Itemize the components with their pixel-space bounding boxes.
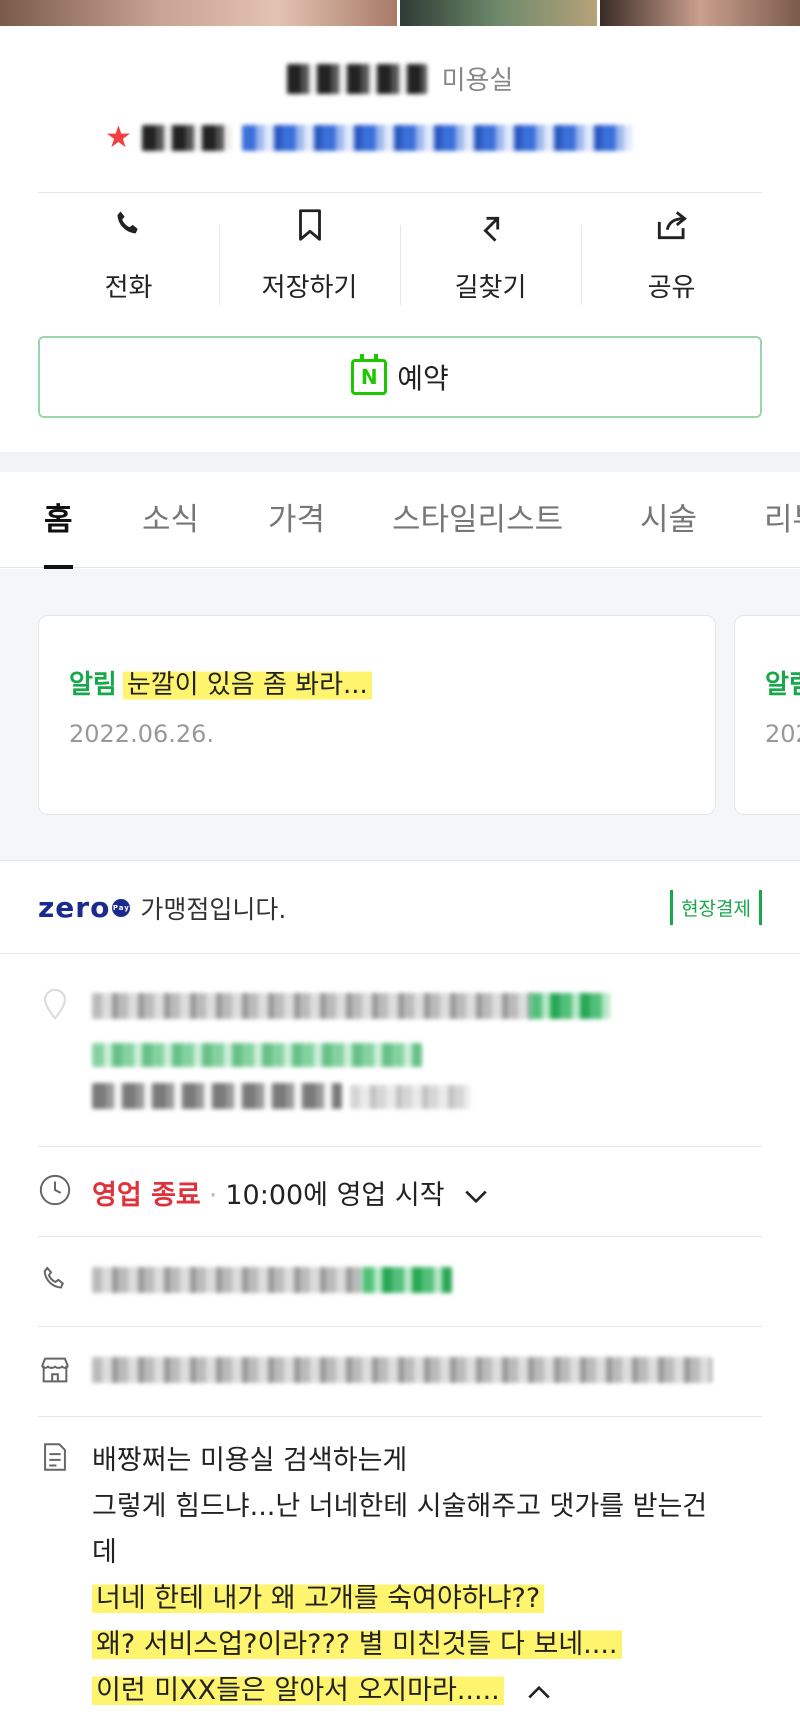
description-line: 데 <box>92 1537 117 1568</box>
redacted-copy-button[interactable] <box>362 1267 452 1293</box>
calendar-n-icon: N <box>351 354 388 395</box>
directions-button[interactable]: 길찾기 <box>400 205 581 315</box>
action-bar: 전화 저장하기 길찾기 공유 <box>38 205 762 315</box>
separator-dot: · <box>208 1180 218 1211</box>
photo-thumbnail[interactable] <box>600 0 800 26</box>
tab-stylist[interactable]: 스타일리스트 <box>392 472 563 568</box>
redacted-subway-info <box>92 1083 342 1109</box>
onsite-payment-badge: 현장결제 <box>670 890 762 925</box>
description-line: 배짱쩌는 미용실 검색하는게 <box>92 1445 408 1476</box>
address-row <box>0 955 800 1145</box>
divider <box>38 1416 762 1417</box>
photo-thumbnail[interactable] <box>0 0 400 26</box>
notice-tag: 알림 <box>69 670 117 700</box>
photo-strip[interactable] <box>0 0 800 26</box>
notice-title: 알림 눈깔이 있음 좀 봐라... <box>69 664 372 702</box>
directions-label: 길찾기 <box>454 273 527 303</box>
reserve-button[interactable]: N 예약 <box>38 336 762 418</box>
notice-card-next[interactable]: 알림 2022 <box>734 615 800 815</box>
location-pin-icon <box>43 988 67 1020</box>
zeropay-logo: zero Pay <box>38 891 131 924</box>
phone-row[interactable] <box>0 1237 800 1325</box>
call-label: 전화 <box>104 273 153 303</box>
rating-row: ★ <box>105 120 632 156</box>
tab-treatment[interactable]: 시술 <box>640 472 697 568</box>
store-icon <box>41 1357 69 1383</box>
redacted-navigation-links[interactable] <box>92 1043 422 1067</box>
share-label: 공유 <box>647 273 696 303</box>
chevron-up-icon[interactable] <box>526 1683 552 1701</box>
divider <box>38 192 762 193</box>
redacted-address <box>92 993 532 1019</box>
notice-carousel: 알림눈깔이 있음 좀 봐라... 2022.06.26. 알림 2022 <box>0 569 800 861</box>
place-title: 미용실 <box>0 60 800 97</box>
description-line-highlighted: 너네 한테 내가 왜 고개를 숙여야하냐?? <box>92 1581 545 1616</box>
description-line-highlighted: 왜? 서비스업?이라??? 별 미친것들 다 보네.... <box>92 1627 622 1662</box>
redacted-distance <box>530 993 610 1019</box>
zeropay-text: 가맹점입니다. <box>140 894 287 924</box>
photo-thumbnail[interactable] <box>400 0 600 26</box>
description-line-highlighted: 이런 미XX들은 알아서 오지마라..... <box>92 1673 504 1708</box>
description-line: 그렇게 힘드냐...난 너네한테 시술해주고 댓가를 받는건 <box>92 1491 708 1522</box>
chevron-down-icon[interactable] <box>463 1188 489 1206</box>
tab-home[interactable]: 홈 <box>44 472 73 569</box>
redacted-facilities <box>92 1357 712 1383</box>
place-description: 배짱쩌는 미용실 검색하는게 그렇게 힘드냐...난 너네한테 시술해주고 댓가… <box>92 1438 772 1714</box>
bookmark-icon <box>298 209 321 241</box>
facilities-row <box>0 1327 800 1415</box>
call-button[interactable]: 전화 <box>38 205 219 315</box>
reserve-label: 예약 <box>397 362 449 395</box>
tab-bar: 홈 소식 가격 스타일리스트 시술 리뷰 <box>0 472 800 569</box>
tab-price[interactable]: 가격 <box>268 472 325 568</box>
zeropay-logo-badge: Pay <box>112 898 131 917</box>
directions-icon <box>482 216 499 242</box>
phone-icon <box>43 1266 65 1289</box>
zeropay-row: zero Pay 가맹점입니다. 현장결제 <box>0 862 800 954</box>
section-gap <box>0 452 800 472</box>
clock-icon <box>39 1174 71 1206</box>
share-button[interactable]: 공유 <box>581 205 762 315</box>
save-button[interactable]: 저장하기 <box>219 205 400 315</box>
tab-news[interactable]: 소식 <box>142 472 199 568</box>
phone-icon <box>116 211 138 234</box>
zeropay-logo-text: zero <box>38 891 111 924</box>
share-icon <box>657 211 687 240</box>
hours-row[interactable]: 영업 종료 · 10:00에 영업 시작 <box>0 1147 800 1235</box>
notice-text: 눈깔이 있음 좀 봐라... <box>122 668 372 702</box>
redacted-review-counts[interactable] <box>241 125 632 151</box>
redacted-phone-number <box>92 1267 362 1293</box>
save-label: 저장하기 <box>261 273 358 303</box>
notice-date: 2022 <box>765 720 800 748</box>
redacted-rating <box>141 125 232 151</box>
notice-tag: 알림 <box>765 670 800 700</box>
notice-title: 알림 <box>765 664 800 701</box>
business-status: 영업 종료 <box>92 1180 201 1211</box>
notice-date: 2022.06.26. <box>69 720 215 748</box>
redacted-subway-info <box>350 1085 470 1109</box>
document-icon <box>44 1443 66 1471</box>
redacted-place-name <box>286 63 427 94</box>
place-category: 미용실 <box>441 66 514 96</box>
opening-time: 10:00에 영업 시작 <box>225 1180 445 1211</box>
hours-text: 영업 종료 · 10:00에 영업 시작 <box>92 1173 489 1212</box>
star-icon: ★ <box>105 120 132 155</box>
notice-card[interactable]: 알림 눈깔이 있음 좀 봐라... 2022.06.26. <box>38 615 716 815</box>
tab-review[interactable]: 리뷰 <box>764 472 800 568</box>
